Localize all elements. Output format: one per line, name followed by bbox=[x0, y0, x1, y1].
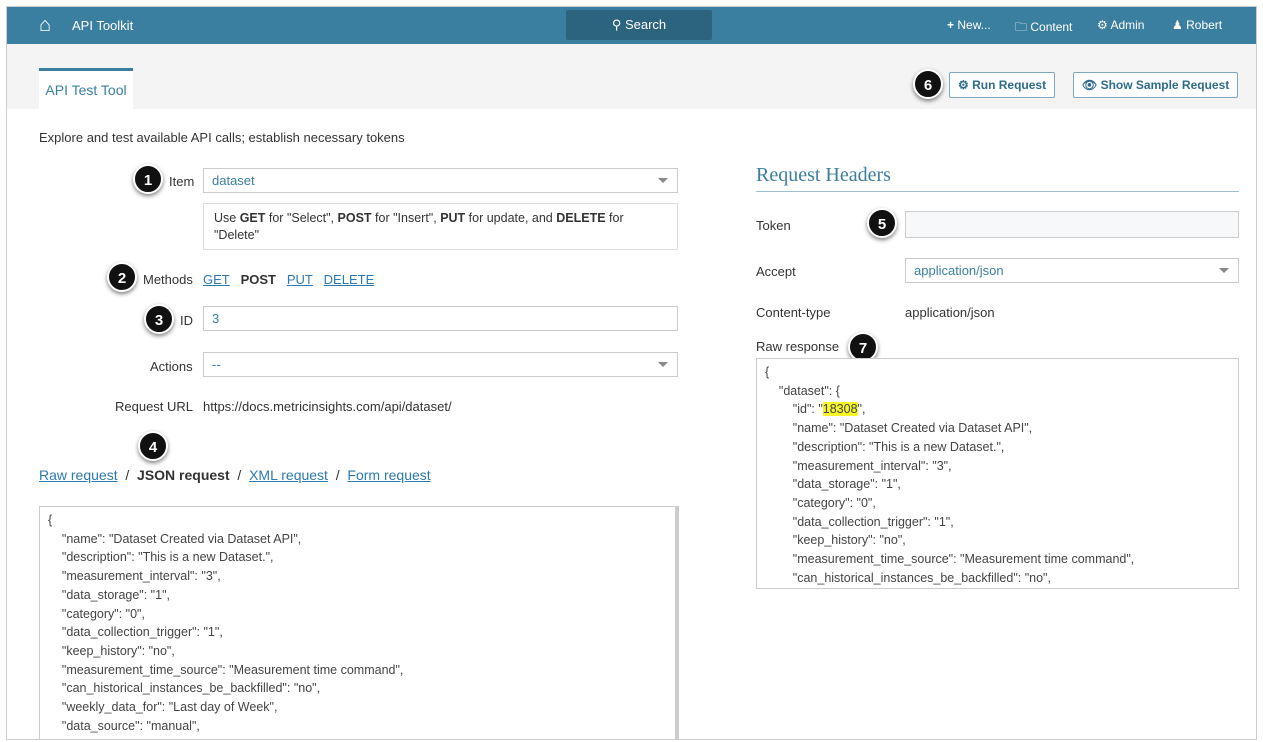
method-post[interactable]: POST bbox=[241, 272, 276, 287]
user-icon: ♟ bbox=[1172, 18, 1183, 32]
tab-json-request[interactable]: JSON request bbox=[137, 467, 230, 483]
request-url-value: https://docs.metricinsights.com/api/data… bbox=[203, 399, 452, 414]
content-button[interactable]: 🗀 Content bbox=[1015, 18, 1072, 39]
request-format-tabs: Raw request / JSON request / XML request… bbox=[39, 467, 431, 483]
raw-response-box[interactable]: { "dataset": { "id": "18308", "name": "D… bbox=[756, 358, 1239, 589]
tab-raw-request[interactable]: Raw request bbox=[39, 467, 118, 483]
search-icon: ⚲ bbox=[611, 17, 625, 32]
tab-xml-request[interactable]: XML request bbox=[249, 467, 328, 483]
accept-label: Accept bbox=[756, 264, 796, 279]
callout-1: 1 bbox=[133, 164, 163, 194]
show-sample-request-button[interactable]: 👁 Show Sample Request bbox=[1073, 72, 1239, 98]
content-type-value: application/json bbox=[905, 305, 995, 320]
request-url-label: Request URL bbox=[115, 399, 194, 414]
method-put[interactable]: PUT bbox=[287, 272, 313, 287]
new-button[interactable]: + New... bbox=[947, 18, 991, 32]
plus-icon: + bbox=[947, 18, 955, 32]
folder-icon: 🗀 bbox=[1015, 20, 1028, 34]
gear-icon: ⚙ bbox=[1097, 18, 1108, 32]
id-input[interactable]: 3 bbox=[203, 306, 678, 331]
methods-list: GET POST PUT DELETE bbox=[203, 272, 374, 287]
item-select[interactable]: dataset bbox=[203, 168, 678, 193]
callout-6: 6 bbox=[913, 69, 943, 99]
home-icon[interactable]: ⌂ bbox=[39, 14, 51, 37]
token-input[interactable] bbox=[905, 211, 1239, 238]
app-title[interactable]: API Toolkit bbox=[72, 18, 133, 33]
callout-4: 4 bbox=[138, 431, 168, 461]
top-nav: ⌂ API Toolkit ⚲ Search + New... 🗀 Conten… bbox=[7, 7, 1256, 44]
actions-label: Actions bbox=[150, 359, 193, 374]
search-button[interactable]: ⚲ Search bbox=[566, 10, 712, 40]
callout-2: 2 bbox=[107, 262, 137, 292]
callout-3: 3 bbox=[144, 304, 174, 334]
intro-text: Explore and test available API calls; es… bbox=[39, 130, 405, 145]
method-hint: Use GET for "Select", POST for "Insert",… bbox=[203, 203, 678, 250]
chevron-down-icon bbox=[658, 178, 668, 183]
actions-select[interactable]: -- bbox=[203, 352, 678, 377]
raw-response-label: Raw response bbox=[756, 339, 840, 354]
request-headers-title: Request Headers bbox=[756, 164, 1239, 192]
dataset-id-highlight: 18308 bbox=[822, 402, 858, 417]
content-type-label: Content-type bbox=[756, 305, 831, 320]
user-menu[interactable]: ♟ Robert bbox=[1172, 18, 1222, 32]
json-request-textarea[interactable]: { "name": "Dataset Created via Dataset A… bbox=[39, 506, 679, 739]
item-label: Item bbox=[169, 174, 195, 189]
method-get[interactable]: GET bbox=[203, 272, 230, 287]
app-window: ⌂ API Toolkit ⚲ Search + New... 🗀 Conten… bbox=[6, 6, 1257, 740]
gears-icon: ⚙ bbox=[958, 78, 973, 92]
callout-5: 5 bbox=[867, 208, 897, 238]
run-request-button[interactable]: ⚙ Run Request bbox=[949, 72, 1056, 98]
accept-select[interactable]: application/json bbox=[905, 258, 1239, 283]
tab-api-test-tool[interactable]: API Test Tool bbox=[39, 68, 133, 109]
chevron-down-icon bbox=[1219, 268, 1229, 273]
tab-form-request[interactable]: Form request bbox=[347, 467, 430, 483]
id-label: ID bbox=[180, 313, 193, 328]
method-delete[interactable]: DELETE bbox=[324, 272, 375, 287]
methods-label: Methods bbox=[143, 272, 193, 287]
admin-button[interactable]: ⚙ Admin bbox=[1097, 18, 1144, 32]
sub-header: API Test Tool 6 ⚙ Run Request 👁 Show Sam… bbox=[7, 44, 1256, 109]
token-label: Token bbox=[756, 218, 791, 233]
eye-icon: 👁 bbox=[1082, 78, 1101, 92]
chevron-down-icon bbox=[658, 362, 668, 367]
